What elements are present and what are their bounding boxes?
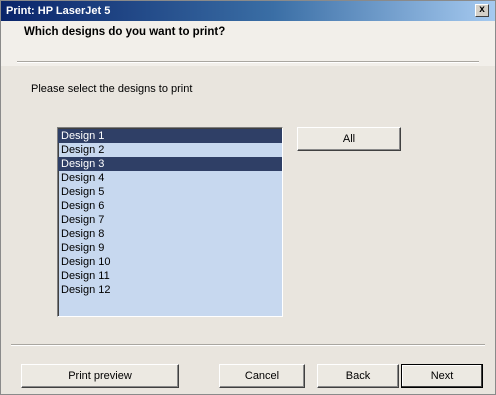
- list-item[interactable]: Design 2: [58, 143, 282, 157]
- page-title: Which designs do you want to print?: [24, 26, 226, 38]
- list-item[interactable]: Design 4: [58, 171, 282, 185]
- header-divider: [17, 61, 479, 63]
- close-icon[interactable]: x: [475, 4, 489, 17]
- back-button[interactable]: Back: [317, 364, 399, 388]
- list-item[interactable]: Design 12: [58, 283, 282, 297]
- design-listbox[interactable]: Design 1 Design 2 Design 3 Design 4 Design 5…: [57, 127, 283, 317]
- list-item[interactable]: Design 9: [58, 241, 282, 255]
- list-item[interactable]: Design 1: [58, 129, 282, 143]
- list-item[interactable]: Design 7: [58, 213, 282, 227]
- print-preview-button[interactable]: Print preview: [21, 364, 179, 388]
- next-button[interactable]: Next: [401, 364, 483, 388]
- footer-divider: [11, 344, 485, 346]
- list-item[interactable]: Design 6: [58, 199, 282, 213]
- list-item[interactable]: Design 5: [58, 185, 282, 199]
- cancel-button[interactable]: Cancel: [219, 364, 305, 388]
- window-title: Print: HP LaserJet 5: [6, 5, 111, 17]
- title-bar[interactable]: Print: HP LaserJet 5: [1, 1, 495, 21]
- list-item[interactable]: Design 11: [58, 269, 282, 283]
- instruction-text: Please select the designs to print: [31, 83, 193, 95]
- list-item[interactable]: Design 8: [58, 227, 282, 241]
- select-all-button[interactable]: All: [297, 127, 401, 151]
- list-item[interactable]: Design 10: [58, 255, 282, 269]
- print-dialog: Print: HP LaserJet 5 x Which designs do …: [0, 0, 496, 395]
- list-item[interactable]: Design 3: [58, 157, 282, 171]
